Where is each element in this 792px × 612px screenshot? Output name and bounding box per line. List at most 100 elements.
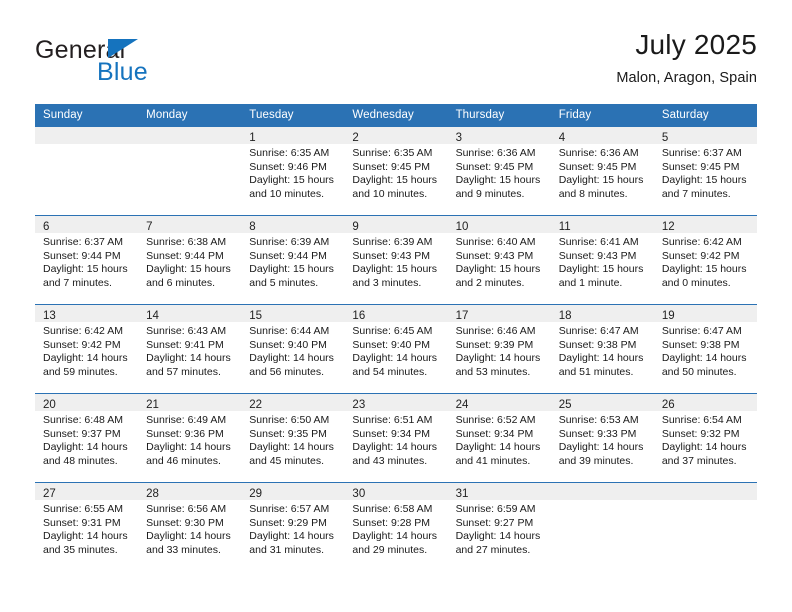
daylight-text-line2: and 56 minutes. <box>249 365 324 378</box>
day-number: 2 <box>352 132 359 144</box>
calendar-day-cell[interactable]: 21 Sunrise: 6:49 AM Sunset: 9:36 PM Dayligh… <box>138 393 242 483</box>
sunrise-text: Sunrise: 6:42 AM <box>661 236 742 248</box>
day-number: 10 <box>455 221 469 233</box>
sunrise-text: Sunrise: 6:43 AM <box>146 325 227 337</box>
day-number-band: 25 <box>550 394 654 411</box>
calendar-day-cell[interactable]: 17 Sunrise: 6:46 AM Sunset: 9:39 PM Dayligh… <box>447 304 551 394</box>
daylight-text-line2: and 10 minutes. <box>249 187 324 200</box>
sunset-text: Sunset: 9:35 PM <box>249 427 327 440</box>
calendar-day-cell[interactable]: 23 Sunrise: 6:51 AM Sunset: 9:34 PM Dayligh… <box>344 393 448 483</box>
calendar-day-cell[interactable]: 26 Sunrise: 6:54 AM Sunset: 9:32 PM Dayligh… <box>653 393 757 483</box>
day-number: 9 <box>352 221 359 233</box>
brand-logo[interactable]: General Blue <box>35 36 265 94</box>
sunset-text: Sunset: 9:45 PM <box>455 160 534 173</box>
calendar-week-row: 6 Sunrise: 6:37 AM Sunset: 9:44 PM Daylight… <box>35 215 757 305</box>
day-number-band: 4 <box>550 127 654 144</box>
daylight-text-line2: and 39 minutes. <box>558 454 634 467</box>
calendar-day-cell[interactable]: 1 Sunrise: 6:35 AM Sunset: 9:46 PM Daylight… <box>241 126 345 216</box>
calendar-day-cell[interactable]: 18 Sunrise: 6:47 AM Sunset: 9:38 PM Dayligh… <box>550 304 654 394</box>
day-number-band <box>550 483 654 500</box>
sunrise-text: Sunrise: 6:45 AM <box>352 325 433 337</box>
sunrise-text: Sunrise: 6:49 AM <box>146 414 227 426</box>
calendar-day-cell[interactable]: 5 Sunrise: 6:37 AM Sunset: 9:45 PM Daylight… <box>653 126 757 216</box>
title-block: July 2025 Malon, Aragon, Spain <box>616 28 757 88</box>
daylight-text-line1: Daylight: 15 hours <box>455 263 541 276</box>
calendar-day-cell[interactable]: 25 Sunrise: 6:53 AM Sunset: 9:33 PM Dayligh… <box>550 393 654 483</box>
sunset-text: Sunset: 9:38 PM <box>661 338 740 351</box>
daylight-text-line1: Daylight: 14 hours <box>455 441 541 454</box>
day-number-band <box>138 127 242 144</box>
sunset-text: Sunset: 9:43 PM <box>455 249 534 262</box>
day-number-band: 5 <box>653 127 757 144</box>
daylight-text-line1: Daylight: 15 hours <box>43 263 128 276</box>
calendar-day-cell[interactable]: 2 Sunrise: 6:35 AM Sunset: 9:45 PM Daylight… <box>344 126 448 216</box>
calendar-week-row: 20 Sunrise: 6:48 AM Sunset: 9:37 PM Dayligh… <box>35 393 757 483</box>
day-number: 4 <box>558 132 566 144</box>
calendar-day-cell[interactable]: 20 Sunrise: 6:48 AM Sunset: 9:37 PM Dayligh… <box>35 393 139 483</box>
calendar-day-cell[interactable]: 16 Sunrise: 6:45 AM Sunset: 9:40 PM Dayligh… <box>344 304 448 394</box>
day-number: 8 <box>249 221 256 233</box>
calendar-day-cell[interactable]: 29 Sunrise: 6:57 AM Sunset: 9:29 PM Dayligh… <box>241 482 345 571</box>
day-info: Sunrise: 6:54 AM Sunset: 9:32 PM Daylight:… <box>654 411 757 468</box>
daylight-text-line1: Daylight: 14 hours <box>249 352 334 365</box>
calendar-day-cell[interactable]: 15 Sunrise: 6:44 AM Sunset: 9:40 PM Dayligh… <box>241 304 345 394</box>
calendar-day-cell[interactable]: 14 Sunrise: 6:43 AM Sunset: 9:41 PM Dayligh… <box>138 304 242 394</box>
day-info: Sunrise: 6:42 AM Sunset: 9:42 PM Daylight:… <box>35 322 138 379</box>
calendar-day-cell[interactable]: 28 Sunrise: 6:56 AM Sunset: 9:30 PM Dayligh… <box>138 482 242 571</box>
sunset-text: Sunset: 9:34 PM <box>455 427 534 440</box>
calendar-day-cell[interactable]: 12 Sunrise: 6:42 AM Sunset: 9:42 PM Dayligh… <box>653 215 757 305</box>
day-number: 1 <box>249 132 256 144</box>
calendar-day-cell[interactable]: 13 Sunrise: 6:42 AM Sunset: 9:42 PM Dayligh… <box>35 304 139 394</box>
sunrise-text: Sunrise: 6:47 AM <box>558 325 639 337</box>
daylight-text-line2: and 7 minutes. <box>43 276 112 289</box>
daylight-text-line1: Daylight: 15 hours <box>146 263 231 276</box>
sunrise-text: Sunrise: 6:48 AM <box>43 414 123 426</box>
calendar-day-cell[interactable]: 8 Sunrise: 6:39 AM Sunset: 9:44 PM Daylight… <box>241 215 345 305</box>
day-info: Sunrise: 6:55 AM Sunset: 9:31 PM Daylight:… <box>35 500 138 557</box>
day-info: Sunrise: 6:43 AM Sunset: 9:41 PM Daylight:… <box>138 322 241 379</box>
day-number-band: 20 <box>35 394 139 411</box>
daylight-text-line1: Daylight: 14 hours <box>43 441 128 454</box>
sunset-text: Sunset: 9:42 PM <box>661 249 740 262</box>
day-number-band: 29 <box>241 483 345 500</box>
calendar-body: 1 Sunrise: 6:35 AM Sunset: 9:46 PM Daylight… <box>35 126 757 571</box>
day-info: Sunrise: 6:39 AM Sunset: 9:43 PM Daylight:… <box>344 233 447 290</box>
sunset-text: Sunset: 9:28 PM <box>352 516 431 529</box>
sunset-text: Sunset: 9:38 PM <box>558 338 637 351</box>
daylight-text-line1: Daylight: 14 hours <box>455 530 541 543</box>
calendar-day-cell[interactable]: 11 Sunrise: 6:41 AM Sunset: 9:43 PM Dayligh… <box>550 215 654 305</box>
sunrise-text: Sunrise: 6:37 AM <box>661 147 742 159</box>
calendar-day-cell[interactable]: 30 Sunrise: 6:58 AM Sunset: 9:28 PM Dayligh… <box>344 482 448 571</box>
daylight-text-line1: Daylight: 14 hours <box>661 441 747 454</box>
calendar-day-cell[interactable]: 6 Sunrise: 6:37 AM Sunset: 9:44 PM Daylight… <box>35 215 139 305</box>
sunset-text: Sunset: 9:41 PM <box>146 338 224 351</box>
sunset-text: Sunset: 9:32 PM <box>661 427 740 440</box>
calendar-day-cell[interactable]: 24 Sunrise: 6:52 AM Sunset: 9:34 PM Dayligh… <box>447 393 551 483</box>
sunrise-text: Sunrise: 6:57 AM <box>249 503 330 515</box>
calendar-day-cell[interactable]: 27 Sunrise: 6:55 AM Sunset: 9:31 PM Dayligh… <box>35 482 139 571</box>
sunrise-text: Sunrise: 6:55 AM <box>43 503 123 515</box>
calendar-day-cell[interactable]: 31 Sunrise: 6:59 AM Sunset: 9:27 PM Dayligh… <box>447 482 551 571</box>
sunset-text: Sunset: 9:31 PM <box>43 516 121 529</box>
sunrise-text: Sunrise: 6:52 AM <box>455 414 536 426</box>
day-info: Sunrise: 6:37 AM Sunset: 9:45 PM Daylight:… <box>654 144 757 201</box>
calendar-day-cell[interactable]: 4 Sunrise: 6:36 AM Sunset: 9:45 PM Daylight… <box>550 126 654 216</box>
sunrise-text: Sunrise: 6:51 AM <box>352 414 433 426</box>
calendar-day-cell[interactable]: 3 Sunrise: 6:36 AM Sunset: 9:45 PM Daylight… <box>447 126 551 216</box>
daylight-text-line1: Daylight: 14 hours <box>558 441 644 454</box>
calendar-day-cell[interactable]: 10 Sunrise: 6:40 AM Sunset: 9:43 PM Dayligh… <box>447 215 551 305</box>
calendar-day-cell[interactable]: 7 Sunrise: 6:38 AM Sunset: 9:44 PM Daylight… <box>138 215 242 305</box>
sunset-text: Sunset: 9:44 PM <box>146 249 224 262</box>
day-number-band: 1 <box>241 127 345 144</box>
daylight-text-line2: and 6 minutes. <box>146 276 216 289</box>
calendar-day-cell[interactable]: 22 Sunrise: 6:50 AM Sunset: 9:35 PM Dayligh… <box>241 393 345 483</box>
day-info: Sunrise: 6:59 AM Sunset: 9:27 PM Daylight:… <box>448 500 551 557</box>
calendar-day-cell[interactable]: 19 Sunrise: 6:47 AM Sunset: 9:38 PM Dayligh… <box>653 304 757 394</box>
day-info: Sunrise: 6:37 AM Sunset: 9:44 PM Daylight:… <box>35 233 138 290</box>
calendar-day-cell[interactable]: 9 Sunrise: 6:39 AM Sunset: 9:43 PM Daylight… <box>344 215 448 305</box>
day-info: Sunrise: 6:50 AM Sunset: 9:35 PM Daylight:… <box>241 411 344 468</box>
day-info: Sunrise: 6:58 AM Sunset: 9:28 PM Daylight:… <box>344 500 447 557</box>
day-info: Sunrise: 6:47 AM Sunset: 9:38 PM Daylight:… <box>551 322 654 379</box>
daylight-text-line2: and 33 minutes. <box>146 543 221 556</box>
day-number-band: 10 <box>447 216 551 233</box>
